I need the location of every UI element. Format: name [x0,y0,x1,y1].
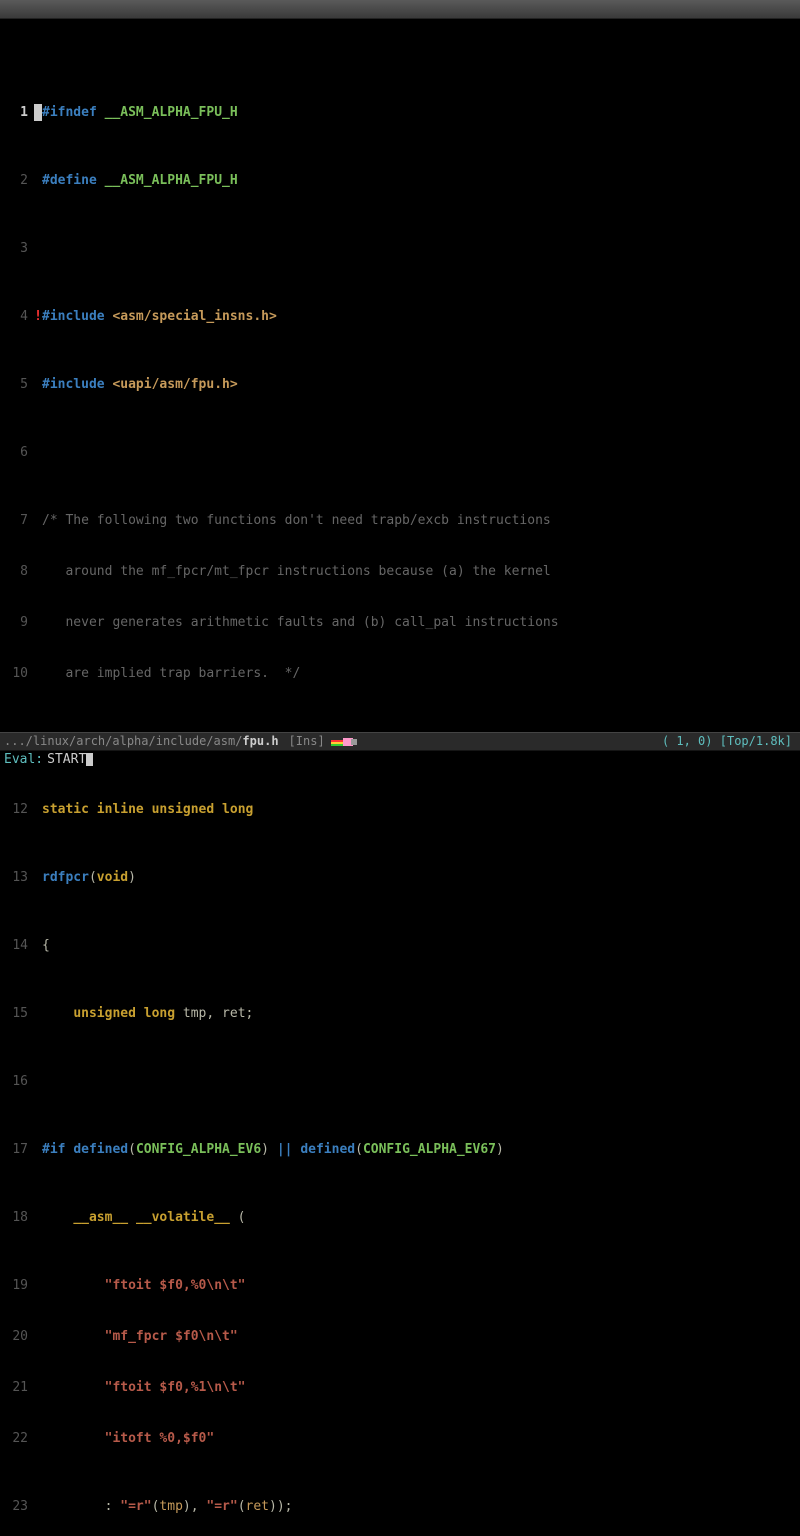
line-number: 3 [0,240,34,257]
code-line: #if defined(CONFIG_ALPHA_EV6) || defined… [42,1141,504,1158]
line-number: 5 [0,376,34,393]
minibuffer[interactable]: Eval: START [0,751,800,768]
code-line: #define __ASM_ALPHA_FPU_H [42,172,238,189]
code-line: static inline unsigned long [42,801,253,818]
line-number: 2 [0,172,34,189]
line-number: 4 [0,308,34,325]
position-indicator: ( 1, 0) [Top/1.8k] [662,733,800,750]
code-line: : "=r"(tmp), "=r"(ret)); [42,1498,293,1515]
minibuffer-input[interactable]: START [47,751,86,768]
line-number: 7 [0,512,34,529]
line-number: 14 [0,937,34,954]
code-line: #include <uapi/asm/fpu.h> [42,376,238,393]
line-number: 13 [0,869,34,886]
line-number: 12 [0,801,34,818]
insert-mode-indicator: [Ins] [279,733,325,750]
line-number: 18 [0,1209,34,1226]
line-number: 8 [0,563,34,580]
line-number: 9 [0,614,34,631]
code-editor[interactable]: 1 #ifndef __ASM_ALPHA_FPU_H 2 #define __… [0,19,800,734]
code-line: around the mf_fpcr/mt_fpcr instructions … [42,563,551,580]
error-marker-icon: ! [34,308,42,325]
cursor-marker [34,104,42,121]
code-line: #include <asm/special_insns.h> [42,308,277,325]
code-line: /* The following two functions don't nee… [42,512,551,529]
code-line: { [42,937,50,954]
code-line: "ftoit $f0,%1\n\t" [42,1379,246,1396]
line-number: 1 [0,104,34,121]
code-line: are implied trap barriers. */ [42,665,300,682]
code-line: #ifndef __ASM_ALPHA_FPU_H [42,104,238,121]
code-line: unsigned long tmp, ret; [42,1005,253,1022]
code-line: "mf_fpcr $f0\n\t" [42,1328,238,1345]
line-number: 6 [0,444,34,461]
line-number: 17 [0,1141,34,1158]
line-number: 19 [0,1277,34,1294]
line-number: 22 [0,1430,34,1447]
nyan-cat-icon [331,735,359,749]
code-line: never generates arithmetic faults and (b… [42,614,559,631]
code-line: rdfpcr(void) [42,869,136,886]
mode-line: .../linux/arch/alpha/include/asm/fpu.h [… [0,732,800,751]
line-number: 15 [0,1005,34,1022]
line-number: 10 [0,665,34,682]
minibuffer-prompt: Eval: [0,751,43,768]
line-number: 20 [0,1328,34,1345]
text-cursor-icon [86,753,93,766]
window-titlebar [0,0,800,19]
code-line: "ftoit $f0,%0\n\t" [42,1277,246,1294]
buffer-path: .../linux/arch/alpha/include/asm/fpu.h [0,733,279,750]
line-number: 16 [0,1073,34,1090]
code-line: __asm__ __volatile__ ( [42,1209,246,1226]
line-number: 23 [0,1498,34,1515]
line-number: 21 [0,1379,34,1396]
code-line: "itoft %0,$f0" [42,1430,214,1447]
